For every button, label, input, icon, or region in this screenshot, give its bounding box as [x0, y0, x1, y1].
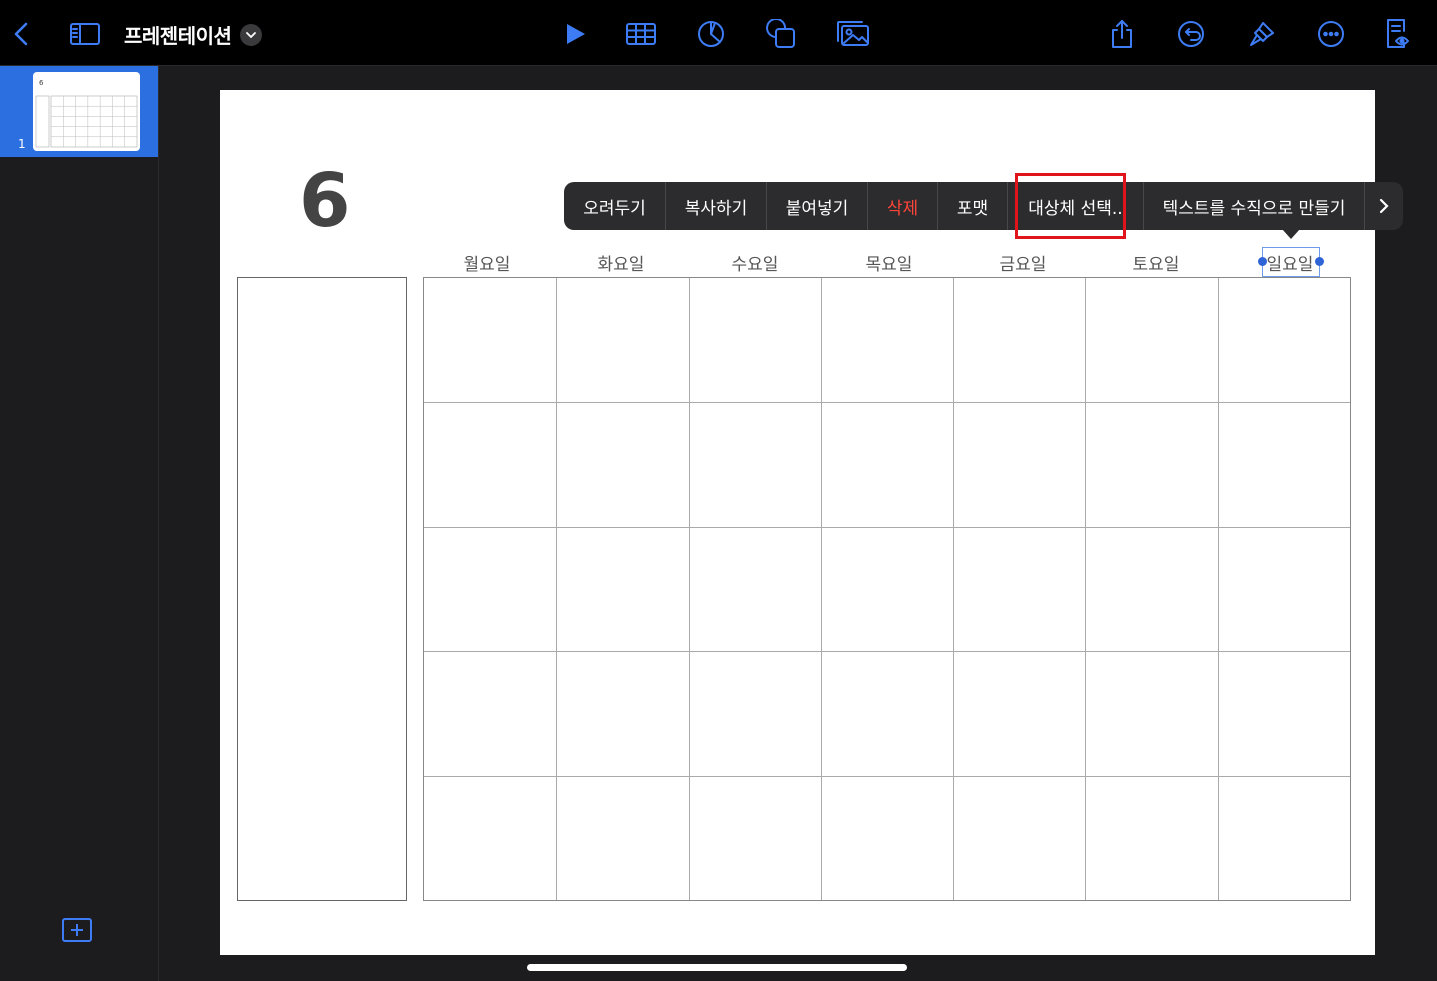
- grid-row-line: [424, 651, 1350, 653]
- top-toolbar: 프레젠테이션: [0, 0, 1437, 66]
- context-menu-item[interactable]: 대상체 선택..: [1008, 182, 1144, 230]
- slide-navigator: 6 1: [0, 66, 159, 981]
- back-button[interactable]: [2, 14, 42, 54]
- insert-chart-button[interactable]: [691, 14, 731, 54]
- notes-box[interactable]: [237, 277, 407, 901]
- slide-thumbnail-preview: 6: [35, 79, 138, 148]
- context-menu-more-button[interactable]: [1365, 182, 1403, 230]
- insert-shape-button[interactable]: [761, 14, 801, 54]
- slide-thumbnail[interactable]: 6: [33, 72, 140, 151]
- chevron-down-icon: [246, 32, 256, 39]
- calendar-grid[interactable]: [423, 277, 1351, 901]
- ellipsis-icon: [1318, 21, 1344, 47]
- table-icon: [626, 23, 656, 45]
- format-button[interactable]: [1242, 14, 1282, 54]
- chart-icon: [698, 21, 724, 47]
- day-label[interactable]: 수요일: [689, 250, 821, 275]
- day-label[interactable]: 목요일: [823, 250, 955, 275]
- grid-column-line: [953, 278, 955, 900]
- chevron-left-icon: [14, 22, 28, 46]
- share-button[interactable]: [1102, 14, 1142, 54]
- selection-box: [1262, 247, 1320, 277]
- document-eye-icon: [1387, 19, 1409, 48]
- title-menu-button[interactable]: [240, 24, 262, 46]
- presenter-notes-button[interactable]: [1378, 14, 1418, 54]
- play-icon: [567, 24, 585, 44]
- sidebar-toggle-button[interactable]: [65, 14, 105, 54]
- add-slide-button[interactable]: [61, 916, 93, 944]
- grid-column-line: [556, 278, 558, 900]
- day-label[interactable]: 토요일: [1090, 250, 1222, 275]
- undo-icon: [1178, 21, 1204, 47]
- insert-table-button[interactable]: [621, 14, 661, 54]
- slide-thumbnail-item[interactable]: 6 1: [0, 66, 158, 157]
- sidebar-icon: [70, 23, 100, 45]
- grid-column-line: [688, 278, 690, 900]
- day-label[interactable]: 화요일: [555, 250, 687, 275]
- context-menu: 오려두기 복사하기 붙여넣기 삭제 포맷 대상체 선택.. 텍스트를 수직으로 만들기: [564, 182, 1403, 230]
- grid-row-line: [424, 402, 1350, 404]
- context-menu-pointer: [1282, 229, 1300, 239]
- grid-row-line: [424, 526, 1350, 528]
- add-slide-icon: [62, 918, 92, 942]
- day-label[interactable]: 월요일: [421, 250, 553, 275]
- document-title[interactable]: 프레젠테이션: [124, 20, 232, 49]
- context-menu-item[interactable]: 복사하기: [666, 182, 767, 230]
- month-number[interactable]: 6: [299, 158, 351, 244]
- undo-button[interactable]: [1171, 14, 1211, 54]
- selection-handle-left[interactable]: [1258, 257, 1267, 266]
- share-icon: [1112, 20, 1132, 48]
- grid-row-line: [424, 775, 1350, 777]
- day-label[interactable]: 금요일: [957, 250, 1089, 275]
- grid-column-line: [1217, 278, 1219, 900]
- more-button[interactable]: [1311, 14, 1351, 54]
- context-menu-item[interactable]: 붙여넣기: [767, 182, 868, 230]
- play-button[interactable]: [555, 14, 595, 54]
- context-menu-item[interactable]: 삭제: [868, 182, 938, 230]
- context-menu-item[interactable]: 텍스트를 수직으로 만들기: [1144, 182, 1365, 230]
- thumbnail-title: 6: [39, 79, 44, 87]
- context-menu-item[interactable]: 포맷: [938, 182, 1008, 230]
- shape-icon: [766, 19, 795, 48]
- paintbrush-icon: [1250, 22, 1274, 46]
- slide-number: 1: [18, 137, 26, 151]
- grid-column-line: [820, 278, 822, 900]
- grid-column-line: [1085, 278, 1087, 900]
- home-indicator[interactable]: [527, 964, 907, 971]
- chevron-right-icon: [1379, 198, 1389, 214]
- insert-media-button[interactable]: [833, 14, 873, 54]
- selection-handle-right[interactable]: [1315, 257, 1324, 266]
- context-menu-item[interactable]: 오려두기: [564, 182, 666, 230]
- media-icon: [837, 21, 869, 46]
